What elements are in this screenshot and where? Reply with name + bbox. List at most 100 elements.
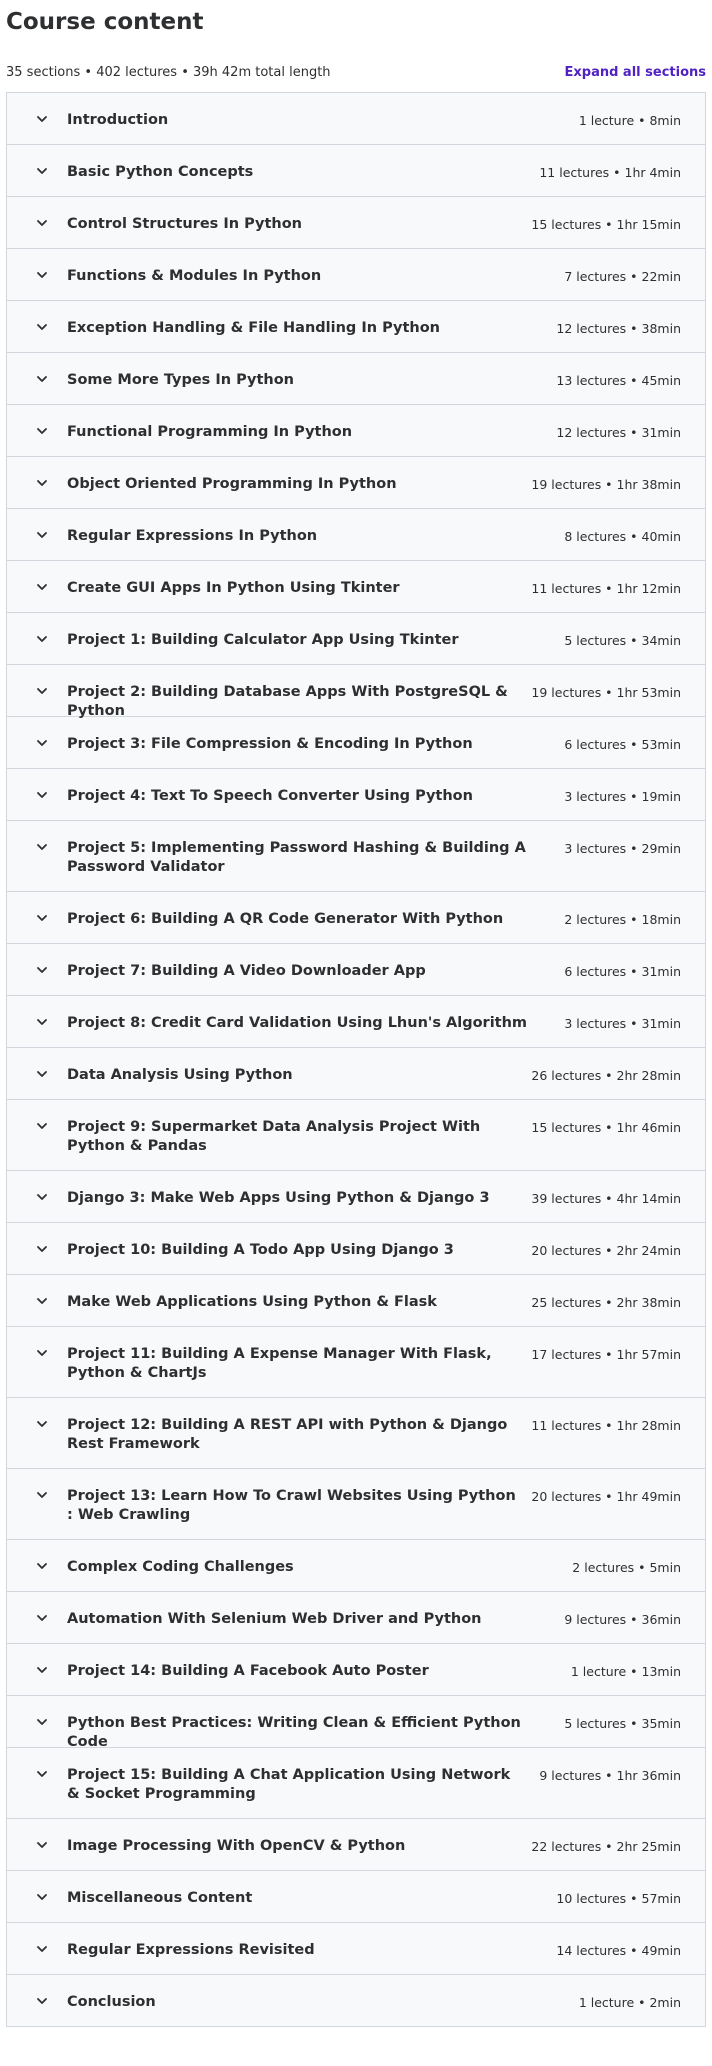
section-row[interactable]: Project 4: Text To Speech Converter Usin… — [7, 769, 705, 821]
chevron-down-icon — [33, 1014, 51, 1032]
section-title: Project 5: Implementing Password Hashing… — [67, 840, 526, 875]
chevron-down-icon — [33, 319, 51, 337]
section-title: Django 3: Make Web Apps Using Python & D… — [67, 1190, 490, 1206]
section-row[interactable]: Exception Handling & File Handling In Py… — [7, 301, 705, 353]
section-row[interactable]: Make Web Applications Using Python & Fla… — [7, 1275, 705, 1327]
section-row[interactable]: Create GUI Apps In Python Using Tkinter 1… — [7, 561, 705, 613]
section-title: Project 9: Supermarket Data Analysis Pro… — [67, 1119, 481, 1154]
section-stats: 6 lectures • 53min — [564, 737, 681, 752]
section-row[interactable]: Miscellaneous Content 10 lectures • 57min — [7, 1871, 705, 1923]
section-row[interactable]: Data Analysis Using Python 26 lectures • … — [7, 1048, 705, 1100]
section-stats: 3 lectures • 31min — [564, 1016, 681, 1031]
course-content-panel: Course content 35 sections • 402 lecture… — [0, 6, 712, 2027]
section-title: Functions & Modules In Python — [67, 268, 322, 284]
section-stats: 25 lectures • 2hr 38min — [531, 1295, 681, 1310]
section-title: Create GUI Apps In Python Using Tkinter — [67, 580, 400, 596]
chevron-down-icon — [33, 839, 51, 857]
section-stats: 10 lectures • 57min — [556, 1891, 681, 1906]
section-row[interactable]: Project 9: Supermarket Data Analysis Pro… — [7, 1100, 705, 1171]
chevron-down-icon — [33, 267, 51, 285]
section-stats: 6 lectures • 31min — [564, 964, 681, 979]
chevron-down-icon — [33, 1766, 51, 1784]
section-row[interactable]: Project 12: Building A REST API with Pyt… — [7, 1398, 705, 1469]
section-title: Project 15: Building A Chat Application … — [67, 1767, 511, 1802]
chevron-down-icon — [33, 1066, 51, 1084]
section-stats: 15 lectures • 1hr 46min — [531, 1120, 681, 1135]
section-title: Some More Types In Python — [67, 372, 294, 388]
section-row[interactable]: Django 3: Make Web Apps Using Python & D… — [7, 1171, 705, 1223]
section-row[interactable]: Project 13: Learn How To Crawl Websites … — [7, 1469, 705, 1540]
chevron-down-icon — [33, 1558, 51, 1576]
section-stats: 20 lectures • 2hr 24min — [531, 1243, 681, 1258]
chevron-down-icon — [33, 1118, 51, 1136]
section-title: Data Analysis Using Python — [67, 1067, 293, 1083]
section-row[interactable]: Project 8: Credit Card Validation Using … — [7, 996, 705, 1048]
section-row[interactable]: Some More Types In Python 13 lectures • 4… — [7, 353, 705, 405]
section-stats: 9 lectures • 36min — [564, 1612, 681, 1627]
section-row[interactable]: Project 11: Building A Expense Manager W… — [7, 1327, 705, 1398]
section-row[interactable]: Project 5: Implementing Password Hashing… — [7, 821, 705, 892]
section-stats: 8 lectures • 40min — [564, 529, 681, 544]
section-row[interactable]: Image Processing With OpenCV & Python 22 … — [7, 1819, 705, 1871]
course-summary-row: 35 sections • 402 lectures • 39h 42m tot… — [6, 56, 706, 88]
section-title: Project 4: Text To Speech Converter Usin… — [67, 788, 473, 804]
section-title: Project 3: File Compression & Encoding I… — [67, 736, 473, 752]
section-stats: 1 lecture • 8min — [578, 113, 681, 128]
section-title: Python Best Practices: Writing Clean & E… — [67, 1715, 521, 1750]
section-row[interactable]: Complex Coding Challenges 2 lectures • 5m… — [7, 1540, 705, 1592]
section-title: Project 14: Building A Facebook Auto Pos… — [67, 1663, 429, 1679]
section-stats: 2 lectures • 18min — [564, 912, 681, 927]
chevron-down-icon — [33, 1189, 51, 1207]
section-stats: 3 lectures • 19min — [564, 789, 681, 804]
section-row[interactable]: Regular Expressions Revisited 14 lectures… — [7, 1923, 705, 1975]
section-title: Project 13: Learn How To Crawl Websites … — [67, 1488, 516, 1523]
chevron-down-icon — [33, 1345, 51, 1363]
section-title: Conclusion — [67, 1994, 156, 2010]
page-title: Course content — [6, 9, 204, 35]
section-title: Regular Expressions In Python — [67, 528, 318, 544]
section-stats: 5 lectures • 35min — [564, 1716, 681, 1731]
section-title: Functional Programming In Python — [67, 424, 353, 440]
section-row[interactable]: Regular Expressions In Python 8 lectures … — [7, 509, 705, 561]
chevron-down-icon — [33, 579, 51, 597]
section-row[interactable]: Project 3: File Compression & Encoding I… — [7, 717, 705, 769]
section-row[interactable]: Basic Python Concepts 11 lectures • 1hr 4… — [7, 145, 705, 197]
section-row[interactable]: Functions & Modules In Python 7 lectures … — [7, 249, 705, 301]
section-title: Automation With Selenium Web Driver and … — [67, 1611, 482, 1627]
section-row[interactable]: Automation With Selenium Web Driver and … — [7, 1592, 705, 1644]
section-row[interactable]: Python Best Practices: Writing Clean & E… — [7, 1696, 705, 1750]
section-row[interactable]: Object Oriented Programming In Python 19 … — [7, 457, 705, 509]
section-title: Project 6: Building A QR Code Generator … — [67, 911, 504, 927]
section-stats: 2 lectures • 5min — [572, 1560, 681, 1575]
course-summary: 35 sections • 402 lectures • 39h 42m tot… — [6, 64, 331, 80]
chevron-down-icon — [33, 1293, 51, 1311]
chevron-down-icon — [33, 1241, 51, 1259]
section-row[interactable]: Project 1: Building Calculator App Using… — [7, 613, 705, 665]
section-title: Miscellaneous Content — [67, 1890, 253, 1906]
section-row[interactable]: Project 7: Building A Video Downloader A… — [7, 944, 705, 996]
section-row[interactable]: Conclusion 1 lecture • 2min — [7, 1975, 705, 2027]
expand-all-sections-button[interactable]: Expand all sections — [565, 65, 707, 80]
section-title: Exception Handling & File Handling In Py… — [67, 320, 440, 336]
section-stats: 12 lectures • 38min — [556, 321, 681, 336]
section-title: Project 1: Building Calculator App Using… — [67, 632, 459, 648]
chevron-down-icon — [33, 1941, 51, 1959]
section-stats: 1 lecture • 2min — [578, 1995, 681, 2010]
section-title: Project 11: Building A Expense Manager W… — [67, 1346, 492, 1381]
chevron-down-icon — [33, 735, 51, 753]
chevron-down-icon — [33, 1610, 51, 1628]
section-row[interactable]: Project 6: Building A QR Code Generator … — [7, 892, 705, 944]
section-stats: 13 lectures • 45min — [556, 373, 681, 388]
section-title: Project 10: Building A Todo App Using Dj… — [67, 1242, 454, 1258]
chevron-down-icon — [33, 683, 51, 701]
section-stats: 11 lectures • 1hr 28min — [531, 1418, 681, 1433]
section-row[interactable]: Project 2: Building Database Apps With P… — [7, 665, 705, 719]
section-row[interactable]: Control Structures In Python 15 lectures … — [7, 197, 705, 249]
section-row[interactable]: Project 14: Building A Facebook Auto Pos… — [7, 1644, 705, 1696]
section-row[interactable]: Project 15: Building A Chat Application … — [7, 1748, 705, 1819]
chevron-down-icon — [33, 910, 51, 928]
section-stats: 17 lectures • 1hr 57min — [531, 1347, 681, 1362]
section-row[interactable]: Functional Programming In Python 12 lectu… — [7, 405, 705, 457]
section-row[interactable]: Project 10: Building A Todo App Using Dj… — [7, 1223, 705, 1275]
section-row[interactable]: Introduction 1 lecture • 8min — [7, 93, 705, 145]
